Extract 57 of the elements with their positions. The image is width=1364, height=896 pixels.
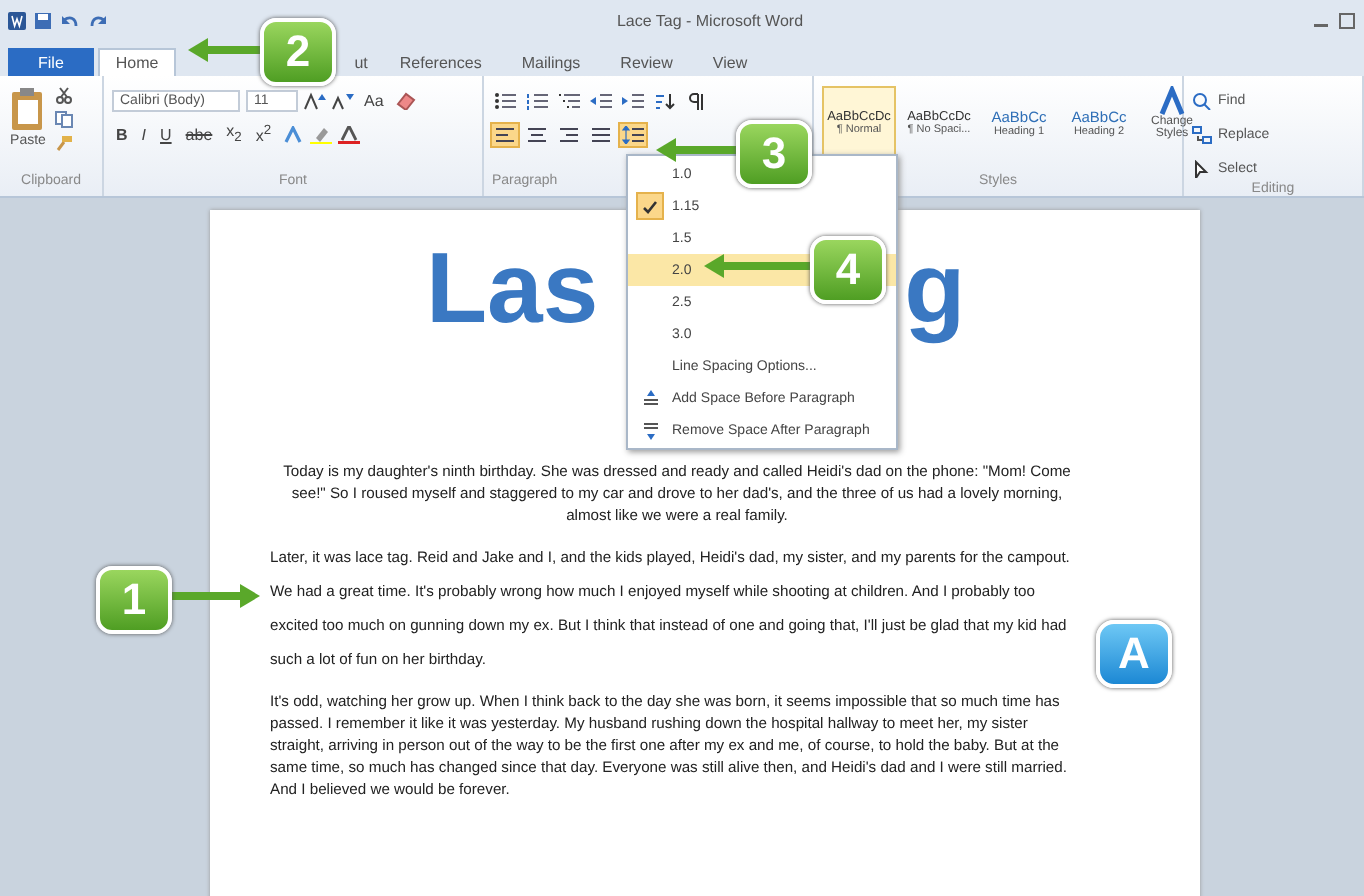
pointer-arrow [188, 38, 260, 62]
ribbon-tab[interactable]: ut [344, 48, 378, 76]
ribbon-tab[interactable]: Review [602, 48, 691, 76]
pointer-arrow [656, 138, 736, 162]
word-logo-icon [8, 12, 26, 30]
save-icon[interactable] [34, 12, 52, 30]
space-before-icon [639, 389, 661, 407]
line-spacing-icon[interactable] [620, 123, 646, 145]
clipboard-icon [8, 86, 48, 134]
step-badge: 4 [810, 236, 886, 304]
text-effects-icon[interactable] [281, 125, 304, 143]
sort-icon[interactable] [652, 89, 678, 111]
decrease-indent-icon[interactable] [588, 89, 614, 111]
ribbon-tab[interactable]: Home [97, 48, 177, 76]
note-badge: A [1096, 620, 1172, 688]
cursor-icon[interactable] [1192, 159, 1212, 177]
format-button[interactable]: x$^{2}$ [251, 123, 276, 145]
document-heading: g [904, 230, 966, 348]
grow-font-icon[interactable] [304, 91, 326, 109]
pointer-arrow [704, 254, 810, 278]
bullet-list-icon[interactable] [492, 89, 518, 111]
numbered-list-icon[interactable] [524, 89, 550, 111]
ribbon-tab[interactable]: References [381, 48, 500, 76]
format-button[interactable]: B [112, 125, 132, 143]
change-case-button[interactable]: Aa [360, 91, 388, 109]
step-badge: 2 [260, 18, 336, 86]
redo-icon[interactable] [88, 12, 108, 30]
shrink-font-icon[interactable] [332, 91, 354, 109]
search-icon[interactable] [1192, 91, 1212, 109]
ribbon-tab[interactable]: Mailings [503, 48, 599, 76]
align-right-icon[interactable] [556, 123, 582, 145]
format-button[interactable]: U [156, 125, 176, 143]
scissors-icon[interactable] [54, 86, 74, 104]
replace-icon[interactable] [1192, 125, 1212, 143]
pointer-arrow [168, 584, 260, 608]
eraser-icon[interactable] [393, 91, 416, 109]
space-after-icon [639, 421, 661, 439]
format-button[interactable]: abe [181, 125, 217, 143]
format-button[interactable]: x$_{2}$ [222, 122, 246, 146]
step-badge: 3 [736, 120, 812, 188]
align-center-icon[interactable] [524, 123, 550, 145]
align-justify-icon[interactable] [588, 123, 614, 145]
styles-icon [1158, 86, 1186, 116]
increase-indent-icon[interactable] [620, 89, 646, 111]
window-title: Lace Tag - Microsoft Word [614, 12, 806, 30]
step-badge: 1 [96, 566, 172, 634]
undo-icon[interactable] [60, 12, 80, 30]
font-color-icon[interactable] [337, 125, 360, 143]
document-heading: Las [426, 230, 599, 348]
format-button[interactable]: I [137, 125, 151, 143]
ribbon-tab[interactable]: View [694, 48, 766, 76]
file-tab[interactable]: File [8, 48, 94, 76]
align-left-icon[interactable] [492, 123, 518, 145]
checkmark-icon [642, 199, 658, 213]
multilevel-list-icon[interactable] [556, 89, 582, 111]
maximize-icon[interactable] [1338, 12, 1356, 30]
copy-icon[interactable] [54, 110, 74, 128]
